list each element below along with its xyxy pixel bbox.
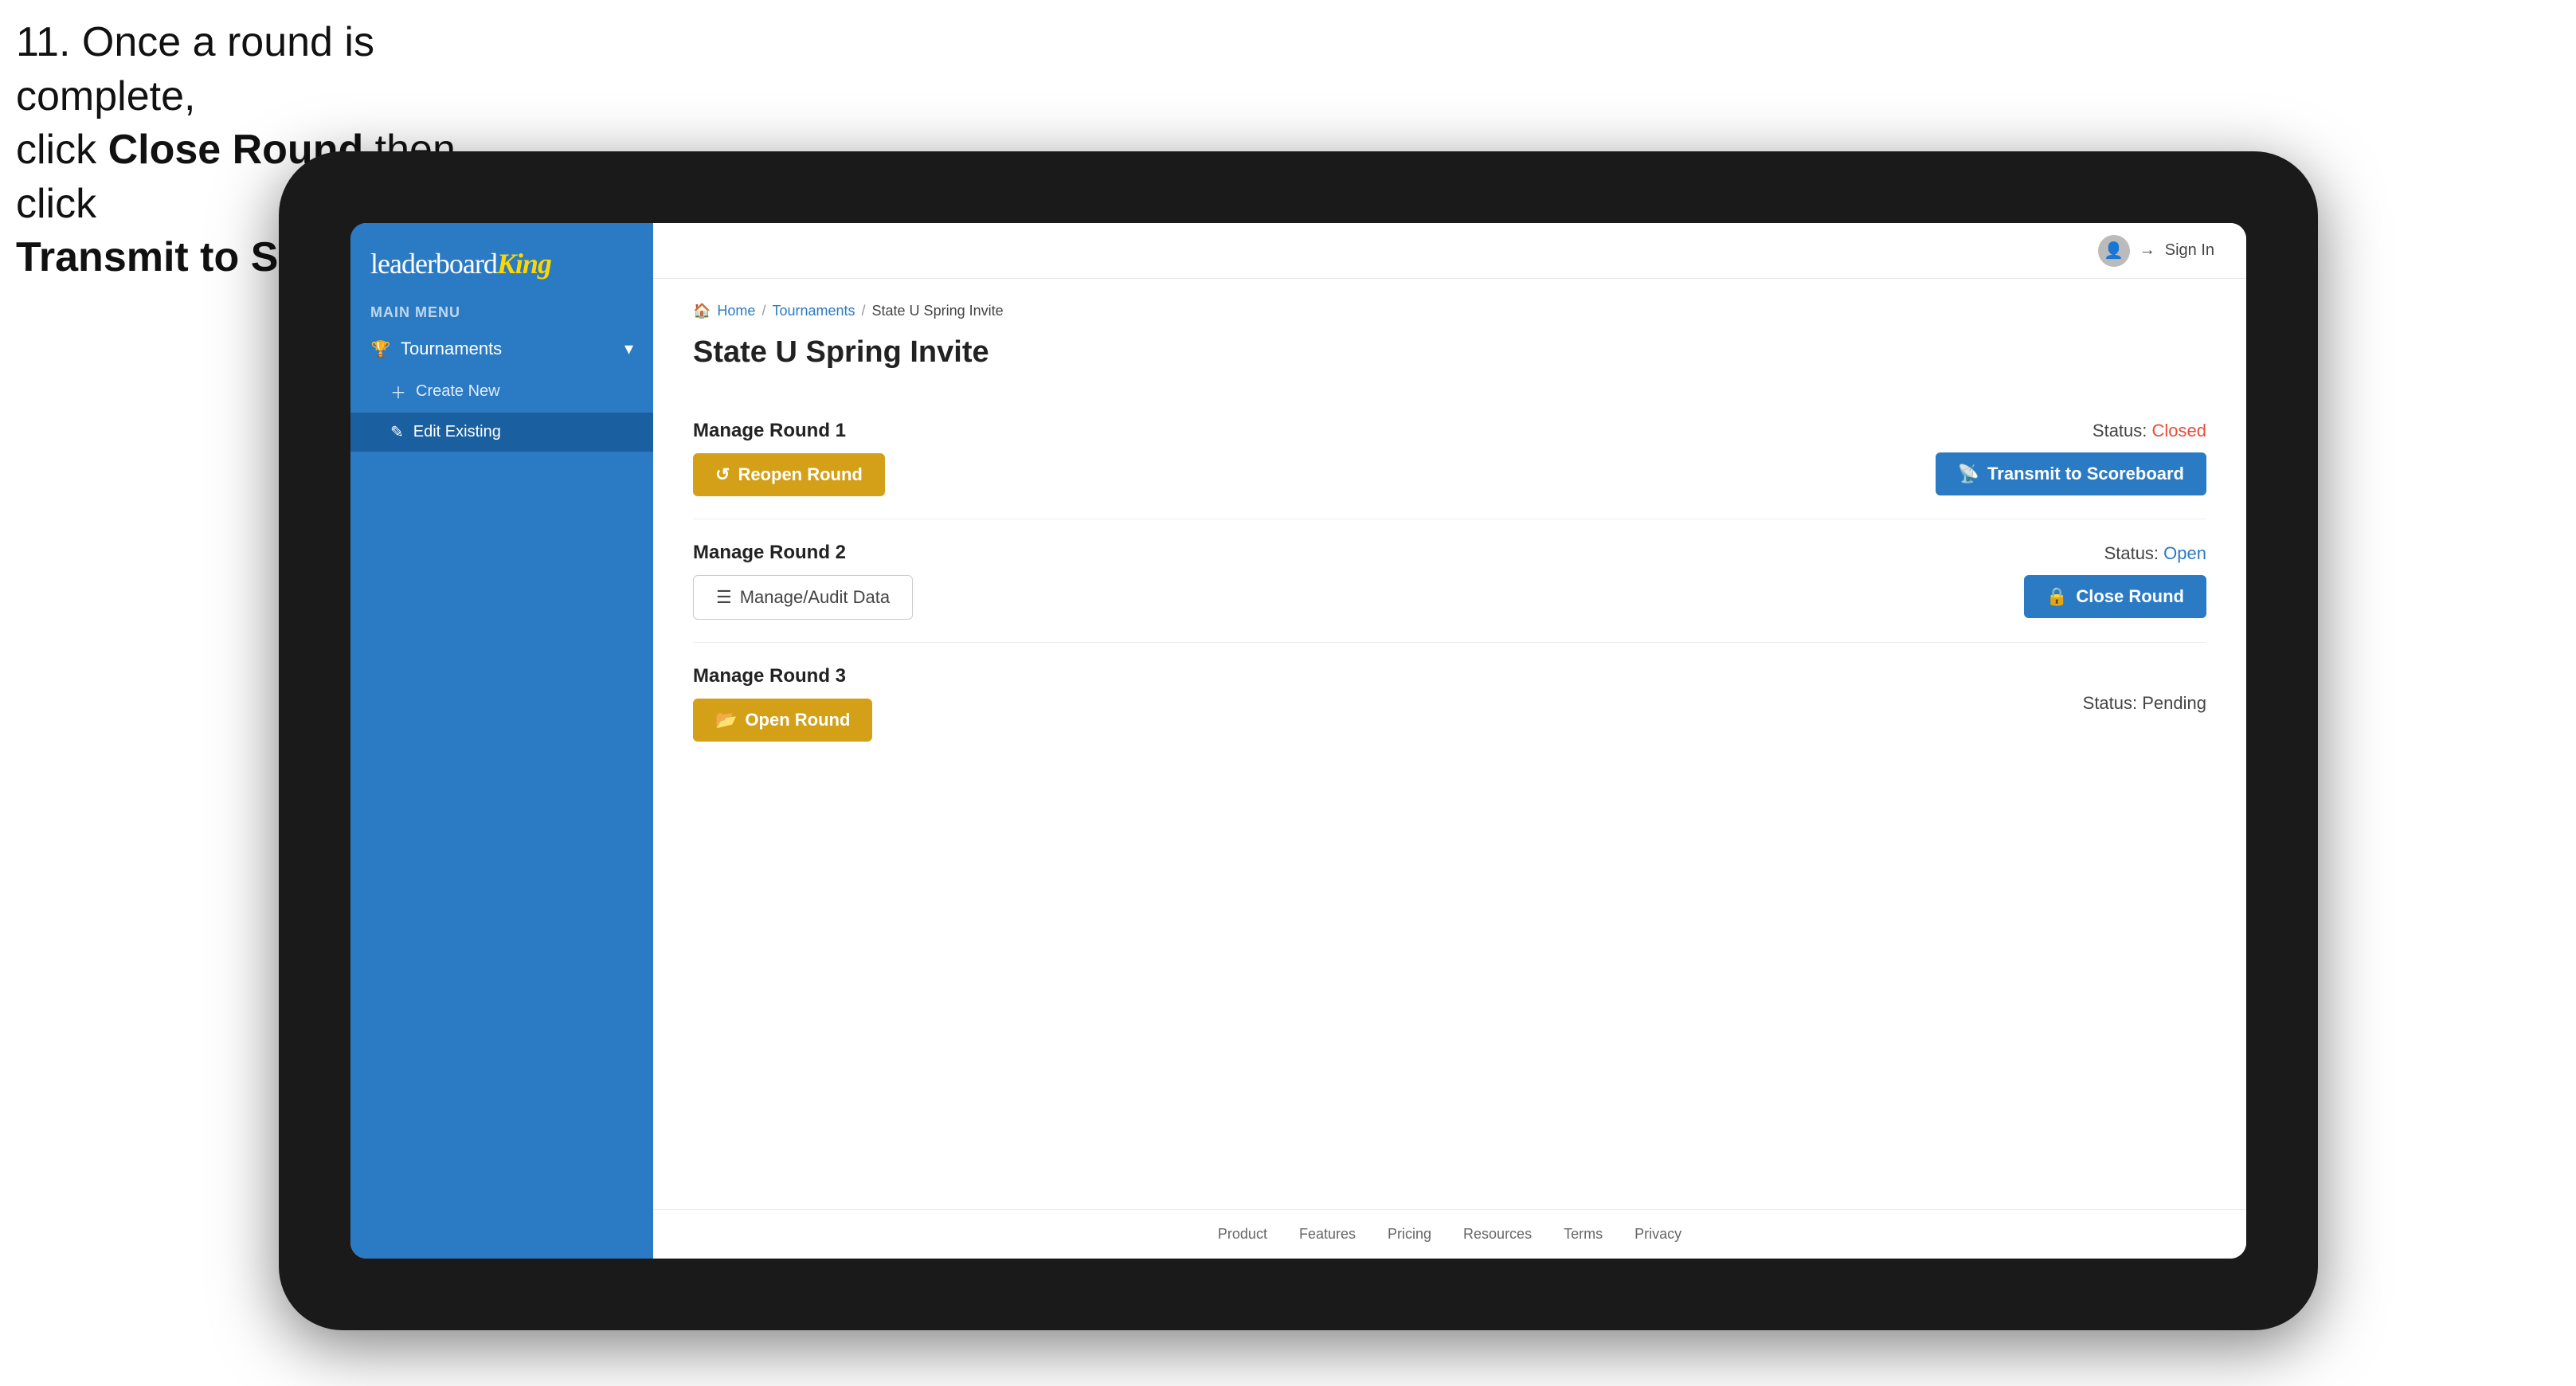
tablet-frame: leaderboardKing MAIN MENU 🏆 Tournaments …: [279, 151, 2318, 1330]
main-menu-label: MAIN MENU: [350, 296, 653, 327]
breadcrumb-sep1: /: [761, 303, 765, 319]
close-icon: 🔒: [2046, 586, 2068, 607]
breadcrumb-home: 🏠: [693, 303, 711, 319]
footer-pricing[interactable]: Pricing: [1388, 1226, 1431, 1243]
round-2-title: Manage Round 2: [693, 542, 913, 564]
edit-existing-label: Edit Existing: [413, 423, 501, 441]
reopen-icon: ↺: [715, 464, 730, 485]
breadcrumb-current: State U Spring Invite: [872, 303, 1004, 319]
avatar: 👤: [2098, 235, 2130, 267]
footer-features[interactable]: Features: [1299, 1226, 1356, 1243]
round-3-status-value: Pending: [2142, 693, 2206, 713]
round-2-left: Manage Round 2 ☰ Manage/Audit Data: [693, 542, 913, 620]
manage-audit-button[interactable]: ☰ Manage/Audit Data: [693, 575, 913, 620]
chevron-down-icon: ▾: [624, 339, 633, 359]
round-3-status: Status: Pending: [2083, 693, 2206, 714]
round-2-right: Status: Open 🔒 Close Round: [2024, 543, 2206, 618]
create-new-label: Create New: [416, 382, 500, 401]
logo-king: King: [497, 248, 551, 280]
sidebar: leaderboardKing MAIN MENU 🏆 Tournaments …: [350, 223, 653, 1259]
round-1-left: Manage Round 1 ↺ Reopen Round: [693, 420, 885, 496]
transmit-icon: 📡: [1958, 464, 1979, 484]
sign-in-icon: →: [2139, 241, 2155, 260]
round-1-status: Status: Closed: [2093, 421, 2206, 441]
breadcrumb-home-link[interactable]: Home: [717, 303, 755, 319]
open-icon: 📂: [715, 710, 737, 730]
sidebar-item-tournaments[interactable]: 🏆 Tournaments ▾: [350, 327, 653, 370]
sidebar-item-edit-existing[interactable]: ✎ Edit Existing: [350, 413, 653, 452]
round-2-status: Status: Open: [2104, 543, 2206, 564]
manage-audit-label: Manage/Audit Data: [740, 587, 890, 608]
sidebar-logo: leaderboardKing: [350, 223, 653, 296]
sign-in-label: Sign In: [2165, 241, 2214, 260]
round-3-left: Manage Round 3 📂 Open Round: [693, 665, 872, 742]
sign-in-area[interactable]: 👤 → Sign In: [2098, 235, 2214, 267]
round-3-right: Status: Pending: [2083, 693, 2206, 714]
sidebar-tournaments-label: Tournaments: [401, 339, 502, 359]
close-round-label: Close Round: [2076, 586, 2184, 607]
open-round-label: Open Round: [745, 710, 850, 730]
breadcrumb-sep2: /: [862, 303, 866, 319]
content-area: 🏠 Home / Tournaments / State U Spring In…: [653, 279, 2246, 1209]
instruction-line2: click: [16, 127, 108, 173]
breadcrumb: 🏠 Home / Tournaments / State U Spring In…: [693, 303, 2206, 319]
reopen-round-label: Reopen Round: [738, 464, 862, 485]
round-2-status-value: Open: [2163, 543, 2206, 563]
page-title: State U Spring Invite: [693, 335, 2206, 370]
transmit-label: Transmit to Scoreboard: [1987, 464, 2184, 484]
tablet-screen: leaderboardKing MAIN MENU 🏆 Tournaments …: [350, 223, 2246, 1259]
close-round-button[interactable]: 🔒 Close Round: [2024, 575, 2206, 618]
sidebar-item-create-new[interactable]: ＋ Create New: [350, 370, 653, 413]
app-footer: Product Features Pricing Resources Terms…: [653, 1209, 2246, 1259]
audit-icon: ☰: [716, 587, 732, 608]
app-header: 👤 → Sign In: [653, 223, 2246, 279]
footer-privacy[interactable]: Privacy: [1634, 1226, 1681, 1243]
open-round-button[interactable]: 📂 Open Round: [693, 699, 872, 742]
transmit-to-scoreboard-button[interactable]: 📡 Transmit to Scoreboard: [1936, 452, 2206, 495]
edit-icon: ✎: [390, 422, 404, 442]
round-3-title: Manage Round 3: [693, 665, 872, 687]
trophy-icon: 🏆: [370, 339, 391, 359]
footer-resources[interactable]: Resources: [1463, 1226, 1532, 1243]
round-1-right: Status: Closed 📡 Transmit to Scoreboard: [1936, 421, 2206, 495]
logo-leaderboard: leaderboard: [370, 248, 497, 280]
round-1-status-value: Closed: [2152, 421, 2206, 440]
app-container: leaderboardKing MAIN MENU 🏆 Tournaments …: [350, 223, 2246, 1259]
reopen-round-button[interactable]: ↺ Reopen Round: [693, 453, 885, 496]
round-3-section: Manage Round 3 📂 Open Round Status: Pend…: [693, 643, 2206, 764]
instruction-line1: 11. Once a round is complete,: [16, 19, 374, 119]
logo: leaderboardKing: [370, 247, 633, 280]
main-content: 👤 → Sign In 🏠 Home / Tournaments / State: [653, 223, 2246, 1259]
round-1-title: Manage Round 1: [693, 420, 885, 442]
nav-item-left: 🏆 Tournaments: [370, 339, 502, 359]
footer-terms[interactable]: Terms: [1564, 1226, 1603, 1243]
breadcrumb-tournaments-link[interactable]: Tournaments: [772, 303, 855, 319]
round-2-section: Manage Round 2 ☰ Manage/Audit Data Statu…: [693, 519, 2206, 643]
plus-icon: ＋: [390, 380, 406, 403]
round-1-section: Manage Round 1 ↺ Reopen Round Status: Cl…: [693, 397, 2206, 519]
sidebar-nav: 🏆 Tournaments ▾ ＋ Create New ✎ Edit Exis…: [350, 327, 653, 452]
footer-product[interactable]: Product: [1218, 1226, 1267, 1243]
